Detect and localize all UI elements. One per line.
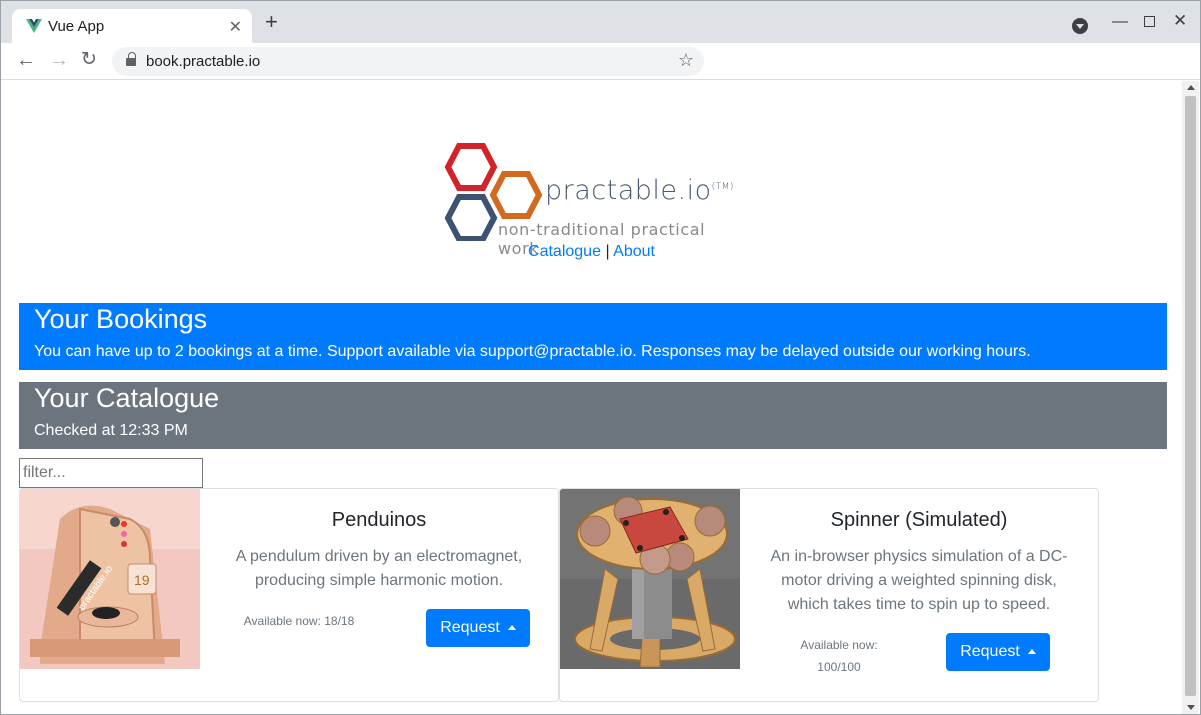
card-description: A pendulum driven by an electromagnet, p… (235, 548, 523, 589)
catalogue-title: Your Catalogue (34, 383, 220, 413)
new-tab-icon[interactable]: + (265, 11, 278, 33)
bookmark-star-icon[interactable]: ☆ (678, 50, 694, 71)
browser-tab[interactable]: Vue App ✕ (12, 9, 252, 43)
address-bar[interactable]: book.practable.io ☆ (112, 47, 704, 76)
url-text[interactable]: book.practable.io (146, 53, 260, 70)
scroll-up-arrow-icon[interactable] (1187, 85, 1195, 90)
bookings-title: Your Bookings (34, 304, 208, 334)
nav-separator: | (605, 243, 610, 260)
vue-logo-icon (26, 19, 42, 33)
experiment-card: Spinner (Simulated) An in-browser physic… (559, 488, 1099, 702)
request-button[interactable]: Request (946, 633, 1050, 671)
scroll-down-arrow-icon[interactable] (1187, 705, 1195, 710)
bookings-info-text: You can have up to 2 bookings at a time.… (34, 343, 1031, 360)
catalogue-panel: Your Catalogue Checked at 12:33 PM (19, 382, 1167, 449)
profile-menu-icon[interactable] (1072, 18, 1088, 34)
catalogue-checked-time: Checked at 12:33 PM (34, 422, 188, 439)
window-close-icon[interactable]: ✕ (1173, 11, 1187, 31)
minimize-icon[interactable]: — (1112, 13, 1128, 31)
experiment-card: 19 practable.io Penduinos A pendulum dri… (19, 488, 559, 702)
caret-up-icon (1027, 649, 1036, 654)
page-scrollbar[interactable] (1182, 81, 1199, 714)
card-title: Penduinos (331, 509, 427, 531)
forward-arrow-icon[interactable]: → (49, 49, 69, 71)
filter-input[interactable] (19, 458, 203, 488)
catalogue-link[interactable]: Catalogue (528, 243, 601, 260)
availability-text: Available now: 100/100 (800, 638, 878, 674)
practable-logo: practable.io(TM) non-traditional practic… (441, 141, 751, 258)
maximize-icon[interactable] (1144, 16, 1155, 27)
top-navigation: Catalogue | About (1, 243, 1182, 261)
card-description: An in-browser physics simulation of a DC… (770, 548, 1068, 613)
back-arrow-icon[interactable]: ← (16, 49, 36, 71)
card-body: Penduinos A pendulum driven by an electr… (200, 489, 558, 701)
tab-strip: Vue App ✕ + — ✕ (1, 1, 1200, 43)
card-title: Spinner (Simulated) (830, 509, 1008, 531)
tab-title: Vue App (48, 18, 105, 35)
lock-icon (126, 52, 136, 67)
caret-up-icon (507, 625, 516, 630)
bookings-panel: Your Bookings You can have up to 2 booki… (19, 303, 1167, 370)
svg-text:19: 19 (134, 572, 150, 588)
spinner-image (560, 489, 740, 669)
tab-close-icon[interactable]: ✕ (229, 17, 242, 37)
page-viewport: practable.io(TM) non-traditional practic… (1, 81, 1182, 714)
penduino-image: 19 practable.io (20, 489, 200, 669)
browser-toolbar: ← → ↻ book.practable.io ☆ (1, 43, 1200, 80)
scrollbar-thumb[interactable] (1185, 96, 1196, 696)
request-button[interactable]: Request (426, 609, 530, 647)
about-link[interactable]: About (613, 243, 655, 260)
card-body: Spinner (Simulated) An in-browser physic… (740, 489, 1098, 701)
reload-icon[interactable]: ↻ (81, 49, 97, 71)
availability-text: Available now: 18/18 (243, 614, 355, 628)
logo-wordmark: practable.io(TM) (545, 175, 734, 206)
